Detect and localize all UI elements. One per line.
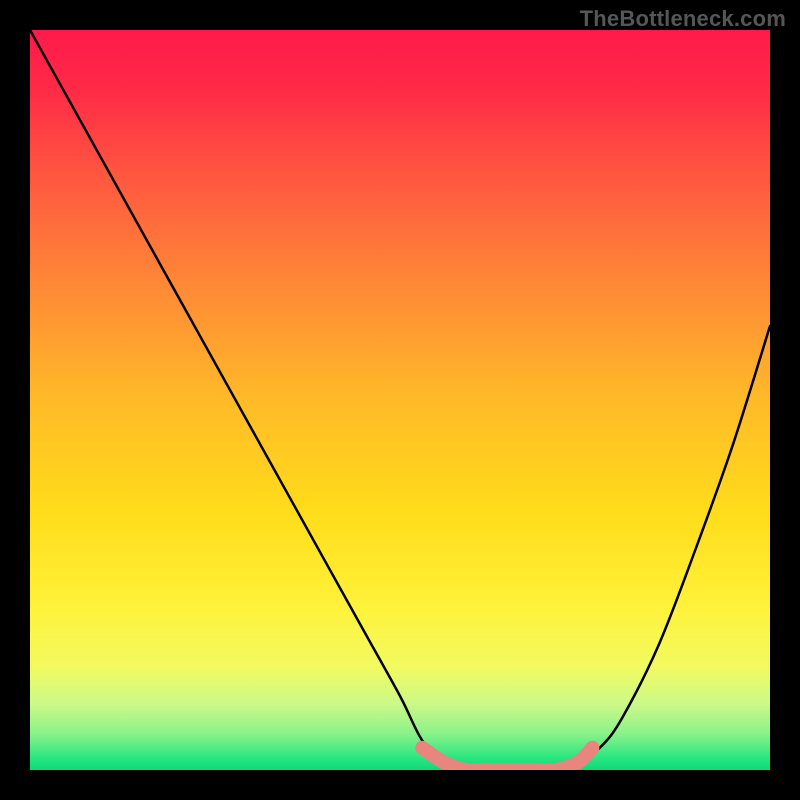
chart-frame: TheBottleneck.com bbox=[0, 0, 800, 800]
bottleneck-plot bbox=[30, 30, 770, 770]
attribution-label: TheBottleneck.com bbox=[580, 6, 786, 32]
gradient-background bbox=[30, 30, 770, 770]
